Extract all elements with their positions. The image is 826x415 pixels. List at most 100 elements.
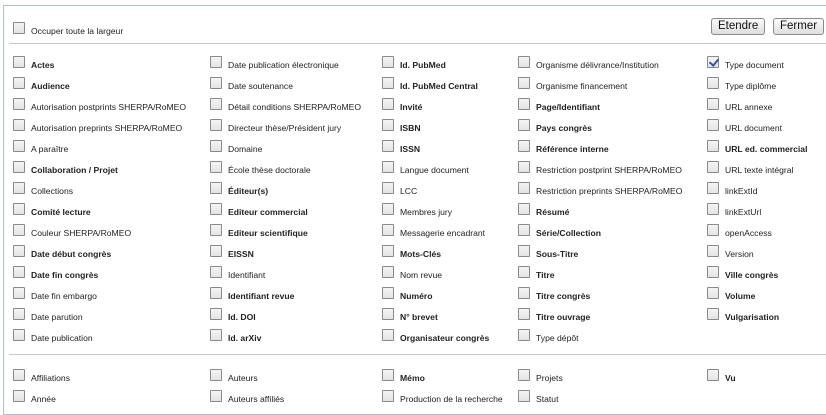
checkbox[interactable] xyxy=(382,98,394,110)
field-label: Actes xyxy=(31,60,55,70)
checkbox[interactable] xyxy=(13,182,25,194)
checkbox[interactable] xyxy=(210,308,222,320)
checkbox[interactable] xyxy=(210,77,222,89)
checkbox[interactable] xyxy=(707,224,719,236)
checkbox[interactable] xyxy=(13,329,25,341)
checkbox[interactable] xyxy=(382,245,394,257)
checkbox[interactable] xyxy=(13,266,25,278)
checkbox[interactable] xyxy=(382,140,394,152)
checkbox[interactable] xyxy=(210,287,222,299)
checkbox[interactable] xyxy=(707,266,719,278)
checkbox[interactable] xyxy=(13,77,25,89)
field-label: Date début congrès xyxy=(31,249,112,259)
checkbox[interactable] xyxy=(518,77,530,89)
field-label: Vulgarisation xyxy=(725,312,780,322)
checkbox[interactable] xyxy=(518,203,530,215)
field-label: URL annexe xyxy=(725,102,773,112)
checkbox[interactable] xyxy=(13,98,25,110)
checkbox[interactable] xyxy=(382,161,394,173)
field-label: linkExtUrl xyxy=(725,207,762,217)
checkbox[interactable] xyxy=(210,182,222,194)
checkbox[interactable] xyxy=(707,287,719,299)
checkbox[interactable] xyxy=(13,56,25,68)
checkbox[interactable] xyxy=(518,56,530,68)
checkbox[interactable] xyxy=(707,119,719,131)
checkbox[interactable] xyxy=(13,369,25,381)
checkbox[interactable] xyxy=(518,140,530,152)
checkbox[interactable] xyxy=(210,266,222,278)
checkbox[interactable] xyxy=(707,369,719,381)
checkbox[interactable] xyxy=(707,182,719,194)
checkbox[interactable] xyxy=(13,119,25,131)
checkbox[interactable] xyxy=(210,203,222,215)
field-label: Identifiant revue xyxy=(228,291,295,301)
checkbox[interactable] xyxy=(518,287,530,299)
checkbox[interactable] xyxy=(707,308,719,320)
checkbox[interactable] xyxy=(382,287,394,299)
checkbox[interactable] xyxy=(382,329,394,341)
checkbox[interactable] xyxy=(210,390,222,402)
field-label: Auteurs affiliés xyxy=(228,394,285,404)
checkbox[interactable] xyxy=(707,77,719,89)
checkbox[interactable] xyxy=(382,266,394,278)
field-label: Mémo xyxy=(400,373,425,383)
checkbox[interactable] xyxy=(13,308,25,320)
checkbox[interactable] xyxy=(382,224,394,236)
expand-button[interactable]: Etendre xyxy=(711,18,766,35)
checkbox[interactable] xyxy=(518,266,530,278)
checkbox[interactable] xyxy=(13,161,25,173)
field-label: Membres jury xyxy=(400,207,453,217)
field-label: Langue document xyxy=(400,165,469,175)
checkbox[interactable] xyxy=(210,245,222,257)
checkbox[interactable] xyxy=(13,287,25,299)
checkbox[interactable] xyxy=(518,161,530,173)
checkbox[interactable] xyxy=(518,308,530,320)
field-label: Date publication électronique xyxy=(228,60,339,70)
checkbox[interactable] xyxy=(13,245,25,257)
checkbox[interactable] xyxy=(518,98,530,110)
checkbox[interactable] xyxy=(518,245,530,257)
checkbox[interactable] xyxy=(518,182,530,194)
checkbox[interactable] xyxy=(518,224,530,236)
checkbox[interactable] xyxy=(382,369,394,381)
checkbox[interactable] xyxy=(707,161,719,173)
checkbox[interactable] xyxy=(210,98,222,110)
checkbox[interactable] xyxy=(707,140,719,152)
checkbox[interactable] xyxy=(382,390,394,402)
field-label: Collaboration / Projet xyxy=(31,165,118,175)
field-label: Titre ouvrage xyxy=(536,312,591,322)
checkbox[interactable] xyxy=(382,119,394,131)
checkbox[interactable] xyxy=(210,56,222,68)
field-label: N° brevet xyxy=(400,312,438,322)
checkbox[interactable] xyxy=(382,77,394,89)
checkbox[interactable] xyxy=(210,161,222,173)
checkbox[interactable] xyxy=(210,140,222,152)
checkbox[interactable] xyxy=(518,390,530,402)
checkbox[interactable] xyxy=(382,203,394,215)
full-width-checkbox[interactable] xyxy=(13,22,25,34)
field-label: linkExtId xyxy=(725,186,758,196)
checkbox[interactable] xyxy=(707,203,719,215)
checkbox[interactable] xyxy=(210,369,222,381)
checkbox[interactable] xyxy=(518,329,530,341)
checkbox[interactable] xyxy=(707,245,719,257)
checkbox[interactable] xyxy=(382,182,394,194)
checkbox[interactable] xyxy=(210,224,222,236)
checkbox[interactable] xyxy=(210,329,222,341)
checkbox[interactable] xyxy=(518,119,530,131)
checkbox[interactable] xyxy=(13,390,25,402)
checkbox[interactable] xyxy=(518,369,530,381)
checkbox[interactable] xyxy=(382,56,394,68)
checkbox[interactable] xyxy=(707,98,719,110)
checkbox[interactable] xyxy=(13,224,25,236)
checkbox[interactable] xyxy=(13,203,25,215)
field-label: Version xyxy=(725,249,754,259)
checkbox[interactable] xyxy=(210,119,222,131)
separator-bottom xyxy=(9,354,826,355)
field-label: Autorisation postprints SHERPA/RoMEO xyxy=(31,102,187,112)
checkbox[interactable] xyxy=(13,140,25,152)
close-button[interactable]: Fermer xyxy=(773,18,825,35)
field-label: Projets xyxy=(536,373,563,383)
checkbox[interactable] xyxy=(382,308,394,320)
checkbox[interactable] xyxy=(707,56,719,68)
